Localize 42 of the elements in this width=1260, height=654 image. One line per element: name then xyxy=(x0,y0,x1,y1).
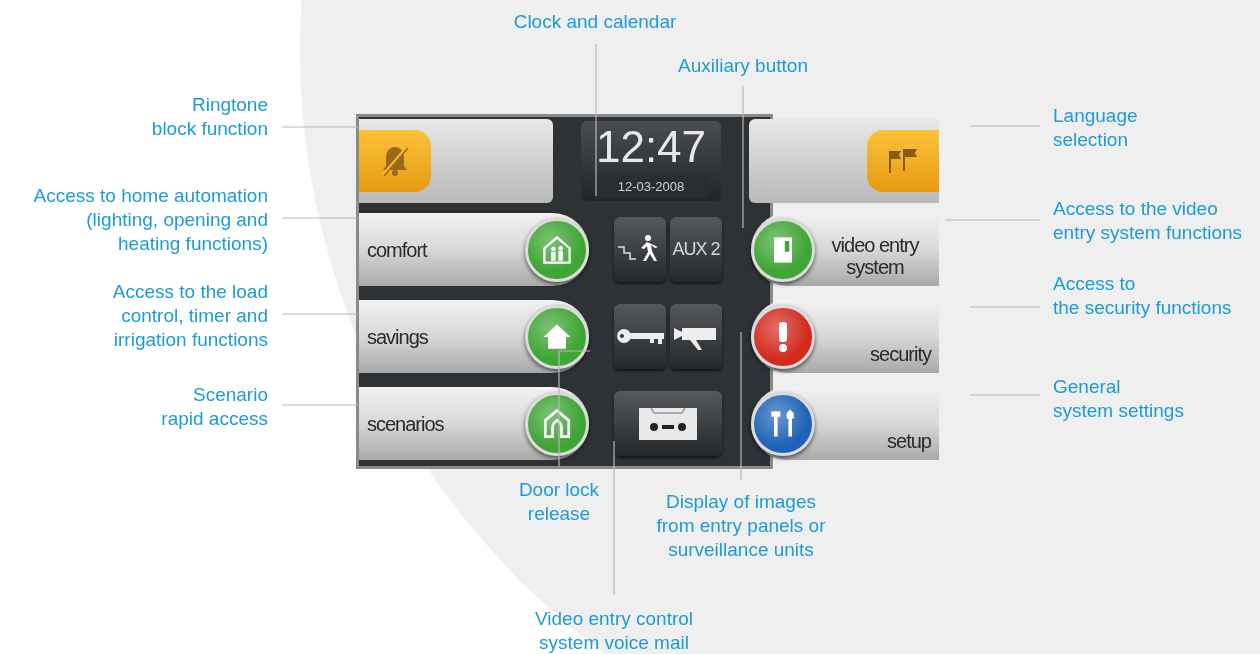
callout-text: Video entry control system voice mail xyxy=(533,607,695,654)
menu-pill[interactable]: savings xyxy=(359,300,589,373)
clock-date: 12-03-2008 xyxy=(593,175,709,199)
menu-label: video entry system xyxy=(830,234,920,278)
menu-pill[interactable]: security xyxy=(751,300,939,373)
callout-text: Language selection xyxy=(1053,104,1139,152)
round-icon-button[interactable] xyxy=(525,217,589,282)
exclamation-icon xyxy=(777,321,789,352)
callout-text: Access to home automation (lighting, opening and heating functions) xyxy=(32,184,268,256)
callout-text: Ringtone block function xyxy=(150,93,268,141)
icon-button[interactable] xyxy=(614,217,666,282)
round-icon-button[interactable] xyxy=(751,304,815,369)
aux-button[interactable]: AUX 2 xyxy=(670,217,722,282)
icon-button[interactable] xyxy=(614,391,722,456)
round-icon-button[interactable] xyxy=(751,217,815,282)
menu-label: scenarios xyxy=(367,411,444,437)
callout-text: Access to the load control, timer and irrigation functions xyxy=(111,280,268,352)
clock-time: 12:47 xyxy=(595,123,707,172)
menu-label: savings xyxy=(367,324,428,350)
round-icon-button[interactable] xyxy=(525,304,589,369)
menu-pill[interactable]: video entry system xyxy=(751,213,939,286)
callout-text: Access to the security functions xyxy=(1053,272,1233,320)
menu-pill[interactable]: scenarios xyxy=(359,387,589,460)
icon-button[interactable] xyxy=(670,304,722,369)
menu-pill[interactable]: comfort xyxy=(359,213,589,286)
menu-label: setup xyxy=(887,430,931,452)
menu-label: security xyxy=(870,343,931,365)
callout-text: Door lock release xyxy=(517,478,601,526)
callout-text: Scenario rapid access xyxy=(160,383,268,431)
ringtone-button[interactable] xyxy=(359,130,431,192)
menu-pill[interactable]: setup xyxy=(751,387,939,460)
round-icon-button[interactable] xyxy=(751,391,815,456)
callout-text: Clock and calendar xyxy=(512,10,678,34)
language-button[interactable] xyxy=(867,130,939,192)
callout-text: Access to the video entry system functions xyxy=(1053,197,1244,245)
round-icon-button[interactable] xyxy=(525,391,589,456)
callout-text: Display of images from entry panels or surveillance units xyxy=(655,490,827,562)
icon-button[interactable] xyxy=(614,304,666,369)
menu-label: comfort xyxy=(367,237,427,263)
callout-text: General system settings xyxy=(1053,375,1185,423)
cassette-icon xyxy=(637,405,699,442)
callout-text: Auxiliary button xyxy=(677,54,809,78)
